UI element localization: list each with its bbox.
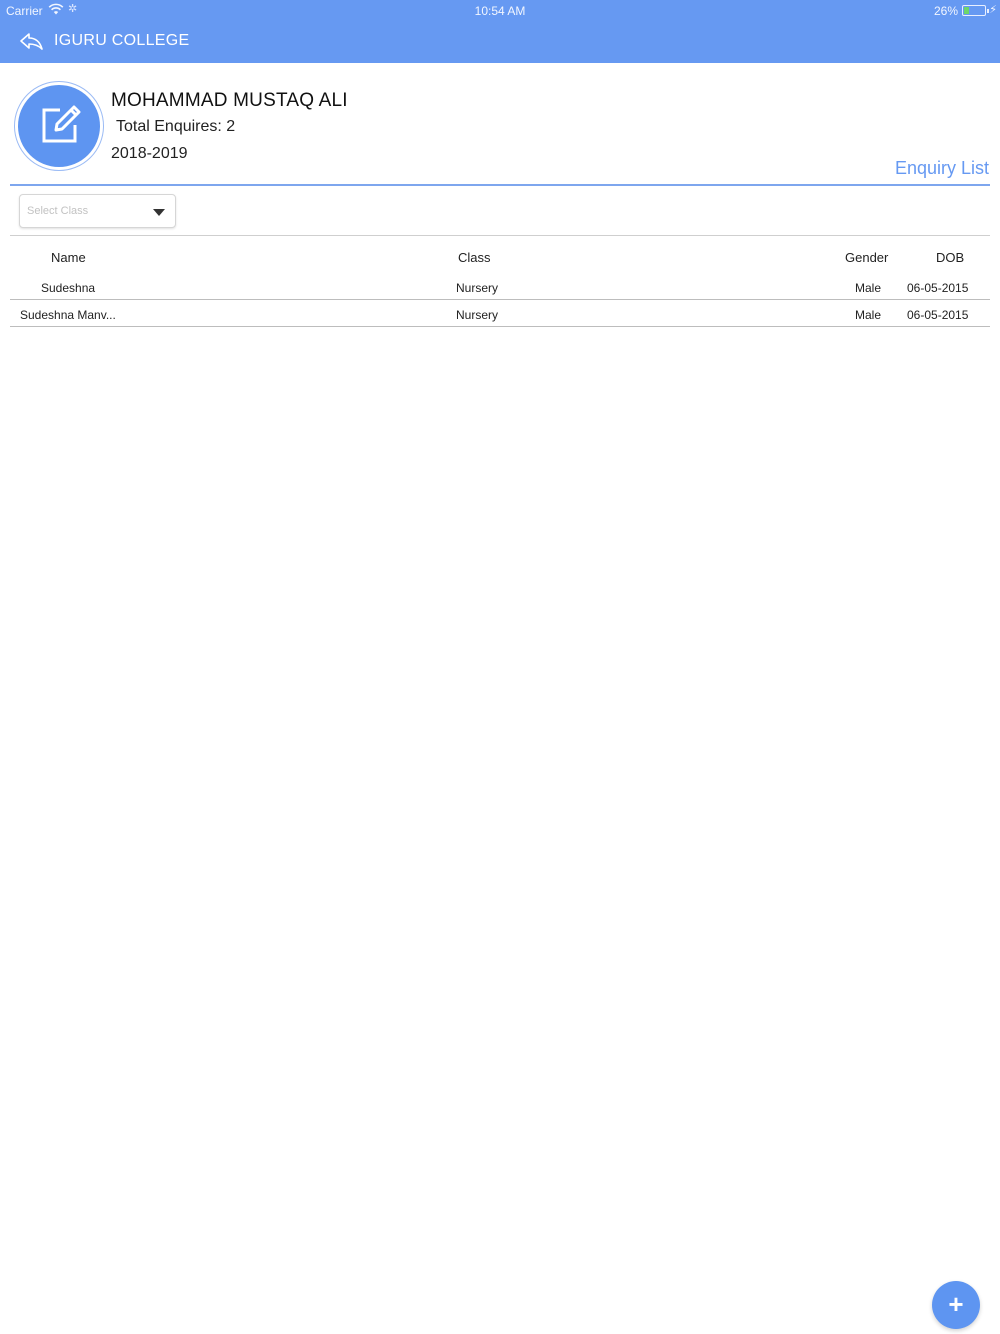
row-dob: 06-05-2015: [907, 281, 969, 295]
app-title: IGURU COLLEGE: [54, 32, 190, 49]
avatar[interactable]: [14, 81, 104, 171]
column-header-name: Name: [51, 250, 86, 265]
nav-bar: IGURU COLLEGE: [0, 24, 1000, 60]
column-header-gender: Gender: [845, 250, 889, 265]
divider: [10, 184, 990, 186]
row-name: Sudeshna: [41, 281, 96, 295]
add-enquiry-button[interactable]: +: [932, 1281, 980, 1329]
plus-icon: +: [948, 1289, 964, 1319]
student-name: MOHAMMAD MUSTAQ ALI: [111, 90, 348, 111]
table-row[interactable]: Sudeshna Manv... Nursery Male 06-05-2015: [10, 300, 990, 327]
section-title: Enquiry List: [894, 158, 989, 178]
charging-icon: ⚡: [989, 4, 997, 16]
row-gender: Male: [855, 308, 882, 322]
row-class: Nursery: [456, 308, 499, 322]
battery-percent: 26%: [933, 4, 958, 18]
column-header-class: Class: [458, 250, 491, 265]
row-gender: Male: [855, 281, 882, 295]
top-bar: Carrier ✲ 10:54 AM 26% ⚡ IGURU COLLEGE: [0, 0, 1000, 63]
edit-icon: [42, 105, 81, 143]
row-class: Nursery: [456, 281, 499, 295]
academic-year: 2018-2019: [111, 145, 188, 162]
battery-icon: [962, 5, 989, 16]
class-select-placeholder: Select Class: [27, 205, 89, 217]
column-header-dob: DOB: [936, 250, 965, 265]
total-enquiries: Total Enquires: 2: [116, 118, 236, 135]
avatar-circle: [18, 85, 100, 167]
row-dob: 06-05-2015: [907, 308, 969, 322]
chevron-down-icon: [153, 209, 165, 216]
clock: 10:54 AM: [474, 4, 526, 18]
battery-fill: [964, 7, 969, 14]
status-bar: Carrier ✲ 10:54 AM 26% ⚡: [0, 0, 1000, 22]
table-row[interactable]: Sudeshna Nursery Male 06-05-2015: [10, 273, 990, 300]
divider: [10, 235, 990, 236]
row-name: Sudeshna Manv...: [20, 308, 116, 322]
profile-card: MOHAMMAD MUSTAQ ALI Total Enquires: 2 20…: [0, 63, 1000, 188]
back-arrow-icon[interactable]: [18, 30, 44, 52]
class-select[interactable]: Select Class: [19, 194, 176, 228]
